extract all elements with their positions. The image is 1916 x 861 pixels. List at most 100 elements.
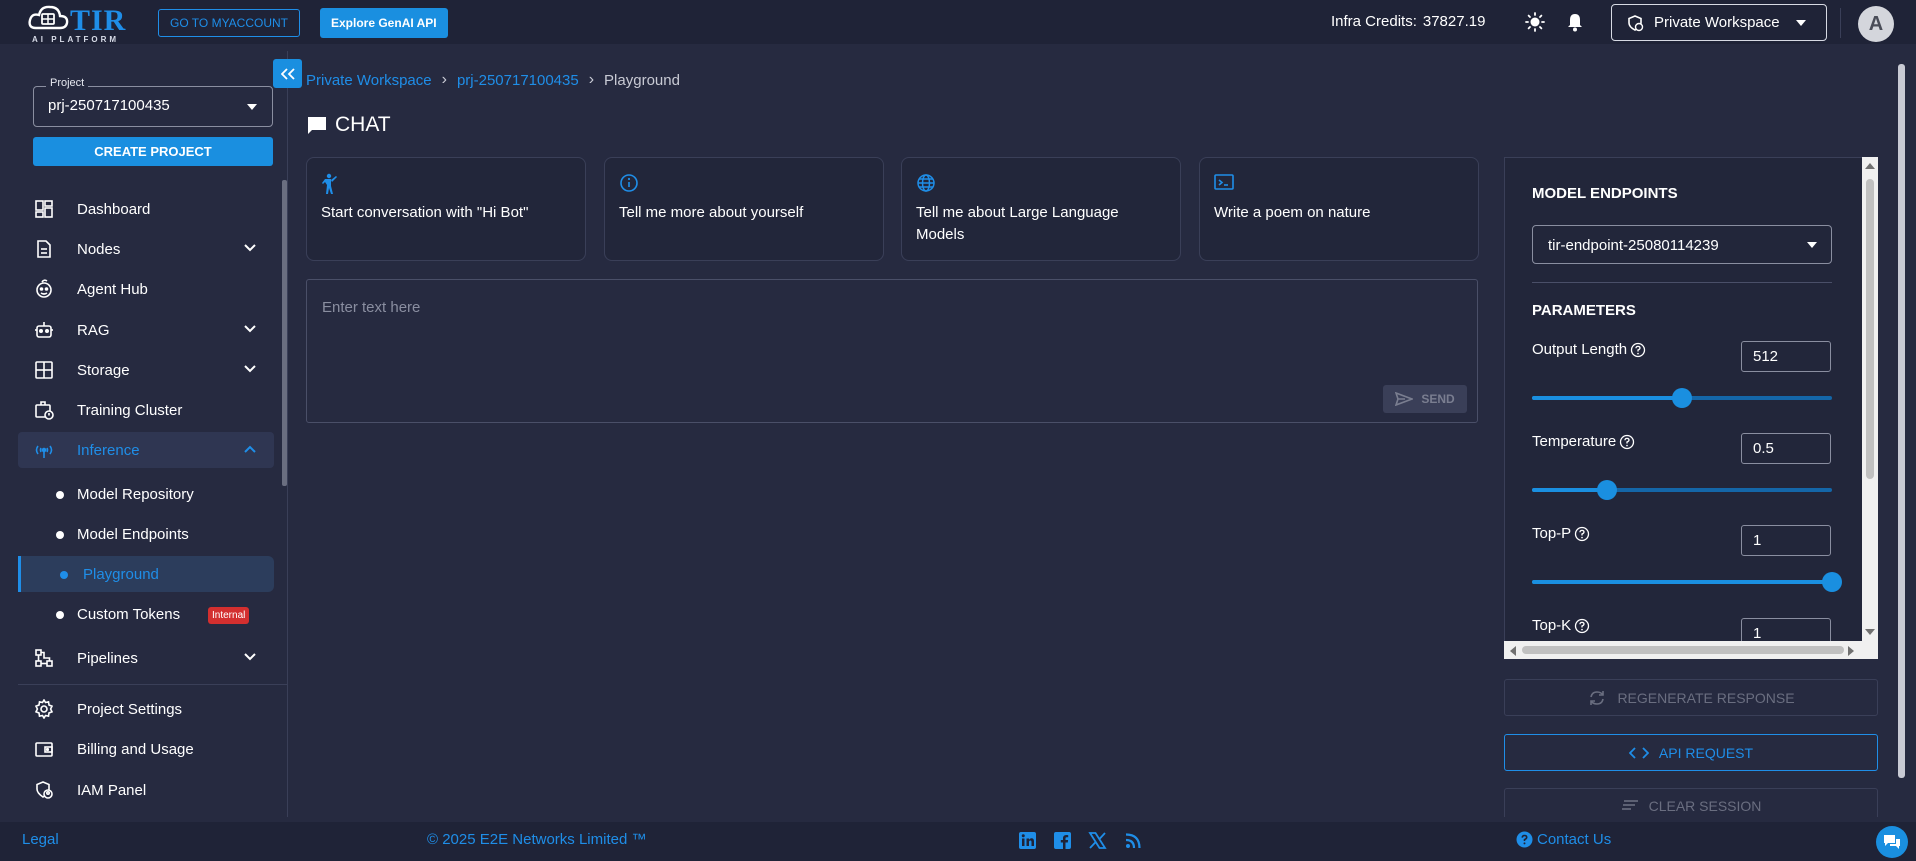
help-icon[interactable]: [1574, 526, 1590, 542]
sidebar-item-label: Model Endpoints: [77, 525, 189, 543]
regenerate-label: REGENERATE RESPONSE: [1617, 689, 1795, 706]
x-icon[interactable]: [1088, 831, 1107, 850]
slider-fill: [1532, 396, 1682, 400]
sun-icon[interactable]: [1525, 12, 1545, 32]
breadcrumb-project-link[interactable]: prj-250717100435: [457, 72, 579, 89]
send-button[interactable]: SEND: [1383, 385, 1467, 413]
page-scrollbar[interactable]: [1898, 64, 1905, 778]
prompt-card-poem[interactable]: Write a poem on nature: [1199, 157, 1479, 261]
sidebar-item-label: Custom Tokens: [77, 605, 181, 623]
workspace-selector[interactable]: Private Workspace: [1611, 4, 1827, 41]
chat-input[interactable]: Enter text here SEND: [306, 279, 1478, 423]
bell-icon[interactable]: [1565, 12, 1585, 32]
top-k-input[interactable]: 1: [1741, 618, 1831, 641]
slider-thumb[interactable]: [1672, 388, 1692, 408]
param-label-text: Temperature: [1532, 433, 1617, 450]
sidebar-item-inference[interactable]: Inference: [18, 432, 274, 468]
contact-us-link[interactable]: Contact Us: [1516, 831, 1611, 848]
bullet-icon: [60, 571, 68, 579]
robot-icon: [35, 322, 53, 338]
sidebar-item-billing-and-usage[interactable]: Billing and Usage: [18, 731, 274, 767]
breadcrumb-workspace-link[interactable]: Private Workspace: [306, 72, 432, 89]
panel-vertical-scrollbar[interactable]: [1862, 157, 1878, 641]
support-chat-button[interactable]: [1876, 826, 1908, 858]
send-icon: [1395, 392, 1414, 406]
top-p-slider[interactable]: [1532, 572, 1842, 592]
page-title: CHAT: [307, 113, 391, 137]
sidebar-item-playground[interactable]: Playground: [18, 556, 274, 592]
prompt-card-text: Write a poem on nature: [1214, 204, 1371, 221]
slider-thumb[interactable]: [1822, 572, 1842, 592]
scroll-left-arrow-icon[interactable]: [1508, 645, 1518, 657]
sidebar-item-model-endpoints[interactable]: Model Endpoints: [18, 516, 274, 552]
explore-genai-api-button[interactable]: Explore GenAI API: [320, 8, 448, 38]
go-to-myaccount-button[interactable]: GO TO MYACCOUNT: [158, 9, 301, 37]
top-p-input[interactable]: 1: [1741, 525, 1831, 556]
linkedin-icon[interactable]: [1018, 831, 1037, 850]
wallet-icon: [35, 742, 53, 757]
model-endpoint-select[interactable]: tir-endpoint-25080114239: [1532, 225, 1832, 264]
logo-text: TIR: [70, 4, 127, 37]
scrollbar-thumb[interactable]: [1866, 179, 1874, 479]
breadcrumb-current: Playground: [604, 71, 680, 89]
help-icon[interactable]: [1619, 434, 1635, 450]
prompt-card-hi-bot[interactable]: Start conversation with "Hi Bot": [306, 157, 586, 261]
scroll-up-arrow-icon[interactable]: [1864, 161, 1876, 171]
clear-session-button[interactable]: CLEAR SESSION: [1504, 788, 1878, 817]
slider-thumb[interactable]: [1597, 480, 1617, 500]
infra-credits: Infra Credits: 37827.19: [1331, 13, 1485, 30]
caret-down-icon: [1796, 20, 1806, 26]
sidebar-item-model-repository[interactable]: Model Repository: [18, 476, 274, 512]
chevron-down-icon: [244, 244, 256, 252]
facebook-icon[interactable]: [1053, 831, 1072, 850]
sidebar-item-nodes[interactable]: Nodes: [18, 231, 274, 267]
collapse-sidebar-button[interactable]: [273, 59, 302, 88]
output-length-slider[interactable]: [1532, 388, 1832, 408]
help-icon[interactable]: [1574, 618, 1590, 634]
slider-fill: [1532, 580, 1832, 584]
prompt-card-text: Tell me more about yourself: [619, 204, 804, 221]
legal-link[interactable]: Legal: [22, 831, 59, 848]
scrollbar-thumb[interactable]: [1522, 646, 1844, 654]
regenerate-response-button[interactable]: REGENERATE RESPONSE: [1504, 679, 1878, 716]
param-label-text: Top-P: [1532, 525, 1572, 542]
output-length-input[interactable]: 512: [1741, 341, 1831, 372]
sidebar-item-label: RAG: [77, 321, 110, 339]
sidebar-item-label: Inference: [77, 441, 140, 459]
sidebar-item-dashboard[interactable]: Dashboard: [18, 191, 274, 227]
tir-logo[interactable]: TIR AI PLATFORM: [28, 4, 132, 44]
rss-icon[interactable]: [1124, 831, 1143, 850]
api-request-button[interactable]: API REQUEST: [1504, 734, 1878, 771]
scroll-down-arrow-icon[interactable]: [1864, 627, 1876, 637]
sidebar-scrollbar[interactable]: [282, 180, 287, 486]
temperature-label: Temperature: [1532, 433, 1635, 450]
panel-horizontal-scrollbar[interactable]: [1504, 641, 1878, 659]
create-project-button[interactable]: CREATE PROJECT: [33, 137, 273, 166]
prompt-card-llm[interactable]: Tell me about Large Language Models: [901, 157, 1181, 261]
sidebar-item-iam-panel[interactable]: IAM Panel: [18, 772, 274, 808]
chat-input-placeholder: Enter text here: [322, 299, 421, 316]
model-endpoints-heading: MODEL ENDPOINTS: [1532, 185, 1678, 202]
contact-us-label: Contact Us: [1537, 831, 1612, 848]
sidebar-item-agent-hub[interactable]: Agent Hub: [18, 271, 274, 307]
prompt-card-text: Start conversation with "Hi Bot": [321, 204, 529, 221]
sidebar-item-custom-tokens[interactable]: Custom Tokens Internal: [18, 596, 274, 632]
help-icon[interactable]: [1630, 342, 1646, 358]
sidebar-item-project-settings[interactable]: Project Settings: [18, 691, 274, 727]
help-circle-icon: [1516, 831, 1533, 848]
info-icon: [620, 174, 638, 192]
sidebar-item-storage[interactable]: Storage: [18, 352, 274, 388]
scroll-right-arrow-icon[interactable]: [1846, 645, 1856, 657]
sidebar-item-pipelines[interactable]: Pipelines: [18, 640, 274, 676]
temperature-input[interactable]: 0.5: [1741, 433, 1831, 464]
sidebar-item-label: Nodes: [77, 240, 121, 258]
sidebar-item-training-cluster[interactable]: Training Cluster: [18, 392, 274, 428]
param-label-text: Top-K: [1532, 617, 1572, 634]
internal-badge: Internal: [208, 607, 250, 624]
user-avatar[interactable]: A: [1858, 6, 1894, 42]
temperature-slider[interactable]: [1532, 480, 1832, 500]
project-legend: Project: [46, 77, 89, 89]
sidebar-item-rag[interactable]: RAG: [18, 312, 274, 348]
sidebar-divider: [18, 684, 288, 685]
prompt-card-about-yourself[interactable]: Tell me more about yourself: [604, 157, 884, 261]
